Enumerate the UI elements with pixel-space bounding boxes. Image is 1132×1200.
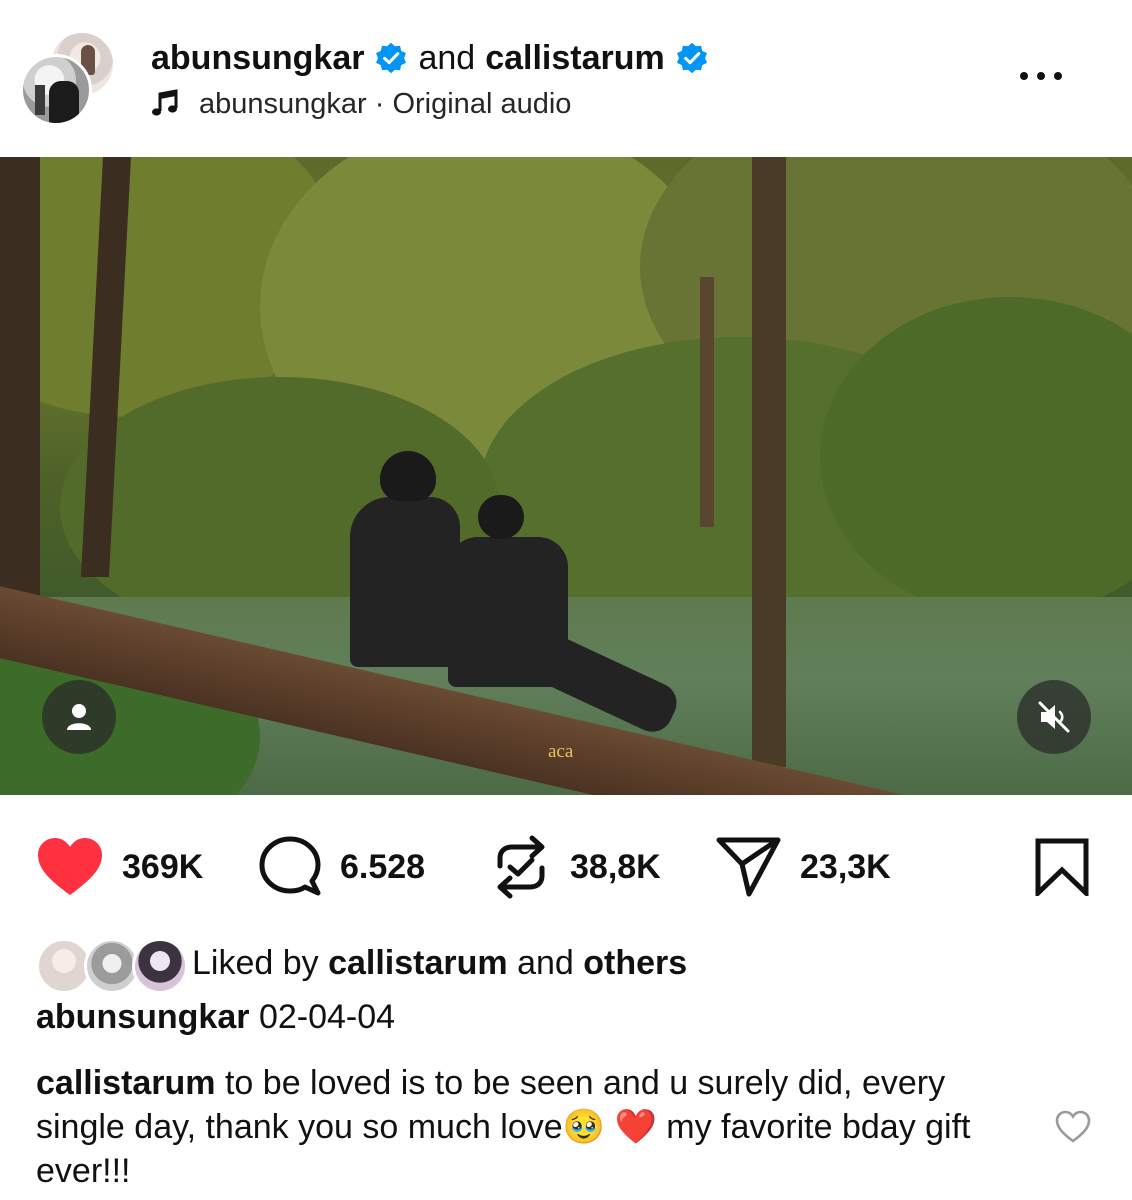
post-caption: abunsungkar 02-04-04 xyxy=(36,998,395,1037)
liker-avatar[interactable] xyxy=(132,938,188,994)
heart-icon xyxy=(38,838,102,895)
verified-badge-icon xyxy=(376,42,407,74)
comment-bubble-icon xyxy=(259,836,321,896)
media-watermark: aca xyxy=(548,741,574,762)
tagged-user-icon xyxy=(67,704,91,730)
liked-by-others[interactable]: others xyxy=(583,944,687,982)
repost-button[interactable]: 38,8K xyxy=(490,832,661,902)
liked-by-user[interactable]: callistarum xyxy=(328,944,508,982)
collab-avatars[interactable] xyxy=(20,30,116,126)
verified-badge-icon xyxy=(676,42,707,74)
repost-icon xyxy=(497,835,545,899)
share-count: 23,3K xyxy=(800,847,891,886)
bookmark-icon[interactable] xyxy=(1034,838,1090,896)
tagged-users-button[interactable] xyxy=(42,680,116,754)
mute-toggle-button[interactable] xyxy=(1017,680,1091,754)
like-count: 369K xyxy=(122,847,204,886)
post-authors: abunsungkar and callistarum xyxy=(151,36,709,80)
repost-count: 38,8K xyxy=(570,847,661,886)
more-options-icon[interactable] xyxy=(1016,66,1066,88)
post-media[interactable]: aca xyxy=(0,157,1132,795)
post-header: abunsungkar and callistarum abunsungkar … xyxy=(0,0,1132,157)
comment-button[interactable]: 6.528 xyxy=(258,832,425,902)
person-head xyxy=(478,495,524,539)
music-note-icon xyxy=(152,89,178,116)
comment-item: callistarum to be loved is to be seen an… xyxy=(36,1061,1026,1193)
caption-text: 02-04-04 xyxy=(258,998,396,1036)
avatar-abunsungkar[interactable] xyxy=(20,54,92,126)
liked-by-and: and xyxy=(517,944,574,982)
collaborator-username[interactable]: callistarum xyxy=(485,39,665,78)
comment-count: 6.528 xyxy=(340,847,426,886)
person-figure xyxy=(350,497,460,667)
like-button[interactable]: 369K xyxy=(36,832,203,902)
tree-trunk xyxy=(0,157,40,657)
action-bar: 369K 6.528 38,8K 23,3K xyxy=(0,795,1132,935)
pleading-face-emoji: 🥹 xyxy=(562,1108,606,1146)
audio-label: abunsungkar · Original audio xyxy=(199,87,572,120)
and-label: and xyxy=(418,38,476,77)
liked-by-text: Liked by callistarum and others xyxy=(192,944,687,983)
heart-outline-icon[interactable] xyxy=(1055,1110,1091,1144)
person-head xyxy=(380,451,436,501)
tree-trunk xyxy=(752,157,786,767)
tree-trunk xyxy=(700,277,714,527)
red-heart-emoji: ❤️ xyxy=(614,1108,657,1146)
liked-by-prefix: Liked by xyxy=(192,944,319,982)
comment-username[interactable]: callistarum xyxy=(36,1064,216,1102)
share-button[interactable]: 23,3K xyxy=(716,832,891,902)
audio-link[interactable]: abunsungkar · Original audio xyxy=(151,84,571,124)
send-icon xyxy=(716,837,781,897)
caption-username[interactable]: abunsungkar xyxy=(36,998,249,1036)
author-username[interactable]: abunsungkar xyxy=(151,39,364,78)
muted-speaker-icon xyxy=(1038,701,1070,733)
